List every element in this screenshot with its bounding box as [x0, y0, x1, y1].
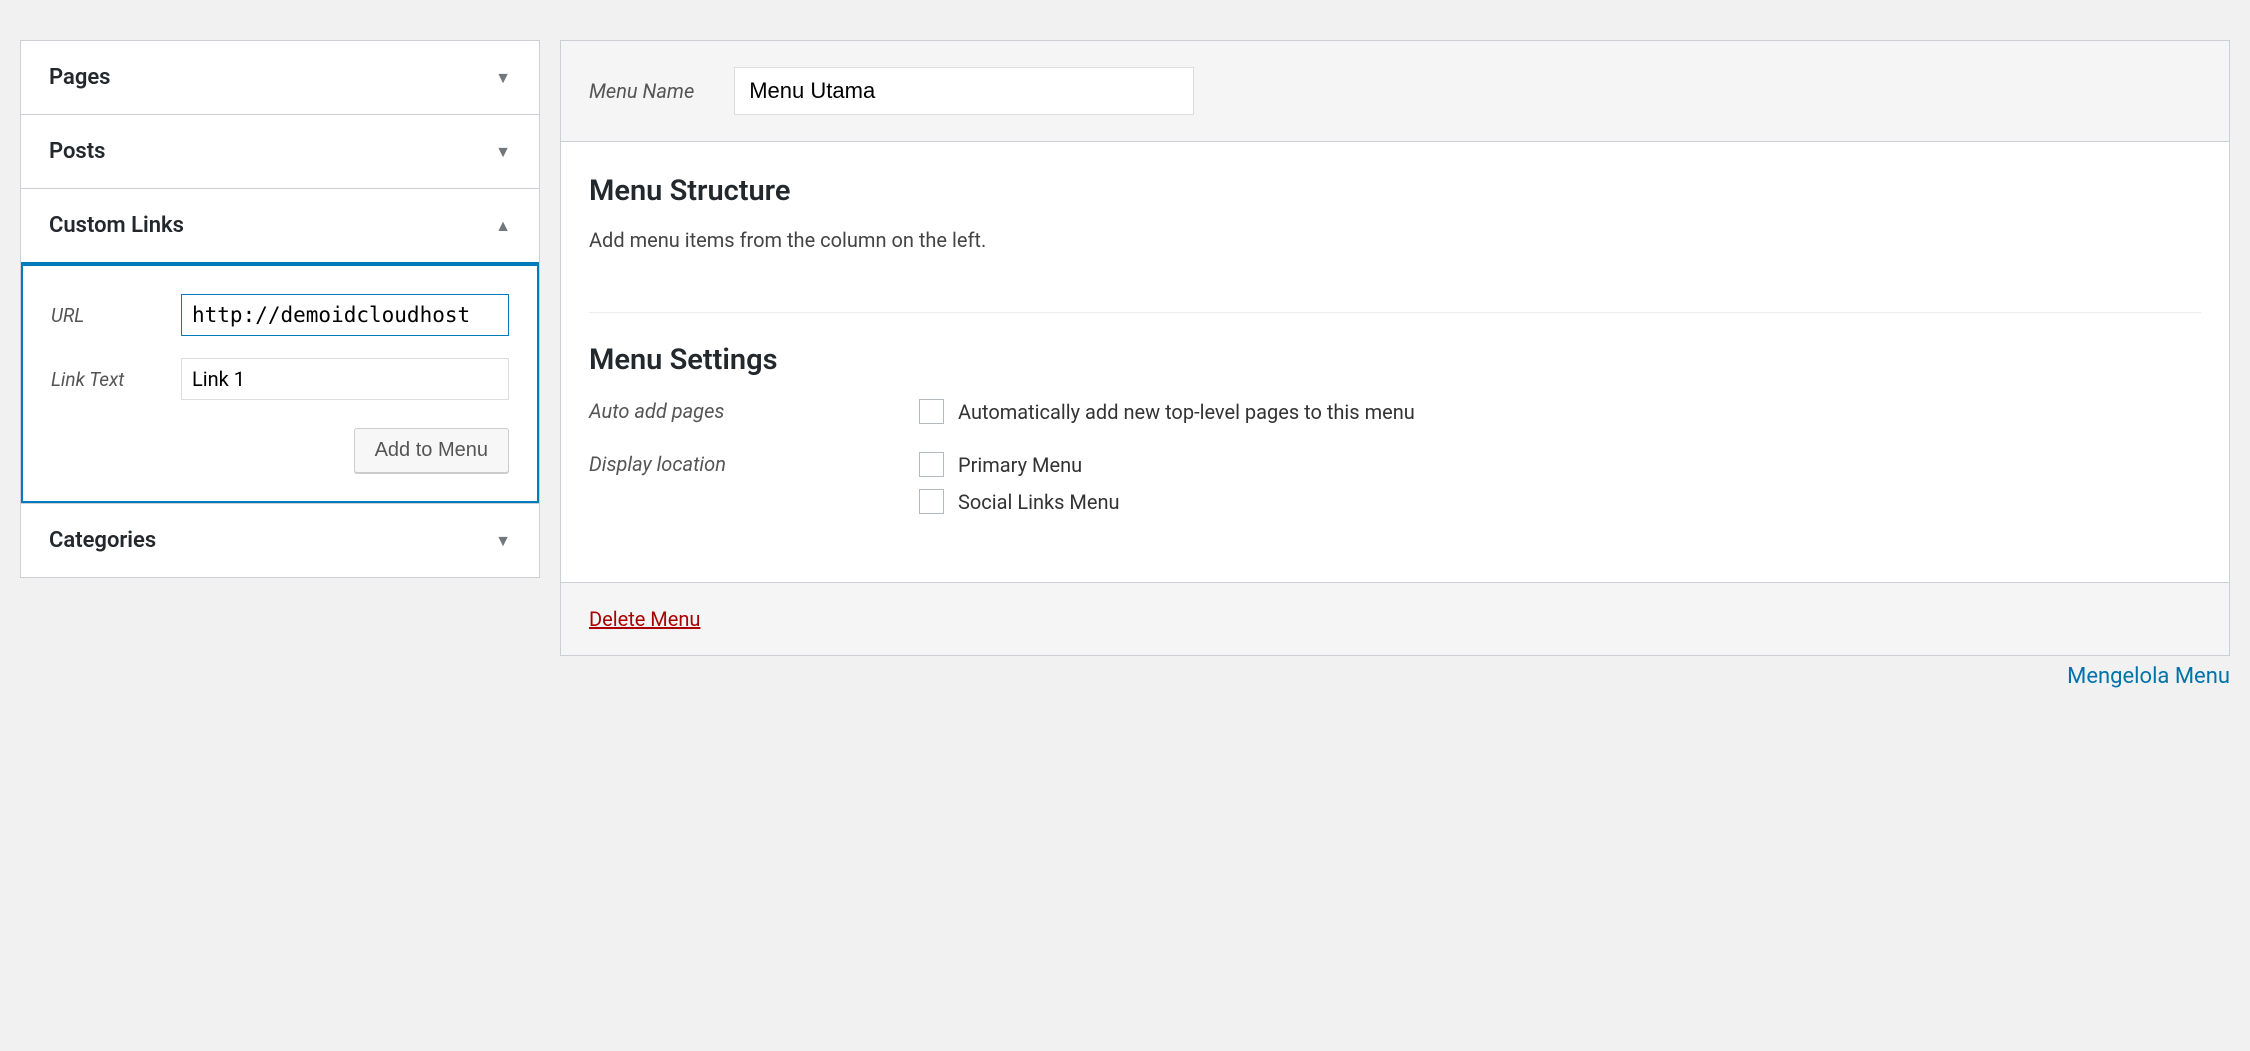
metabox-posts-title: Posts — [49, 139, 105, 164]
metabox-custom-links-title: Custom Links — [49, 213, 184, 238]
caret-down-icon: ▼ — [495, 531, 511, 551]
section-divider — [589, 312, 2201, 313]
caret-down-icon: ▼ — [495, 68, 511, 88]
menu-panel-body: Menu Structure Add menu items from the c… — [561, 142, 2229, 582]
metabox-posts: Posts ▼ — [20, 115, 540, 189]
checkbox-icon[interactable] — [919, 399, 944, 424]
checkbox-icon[interactable] — [919, 489, 944, 514]
metabox-categories: Categories ▼ — [20, 504, 540, 578]
link-text-label: Link Text — [51, 368, 181, 391]
auto-add-pages-option[interactable]: Automatically add new top-level pages to… — [919, 399, 2201, 424]
link-text-input[interactable] — [181, 358, 509, 400]
location-primary-option[interactable]: Primary Menu — [919, 452, 2201, 477]
location-social-text: Social Links Menu — [958, 490, 1120, 514]
metabox-pages-toggle[interactable]: Pages ▼ — [21, 41, 539, 114]
metabox-posts-toggle[interactable]: Posts ▼ — [21, 115, 539, 188]
display-location-label: Display location — [589, 452, 919, 526]
url-input[interactable] — [181, 294, 509, 336]
metabox-custom-links-toggle[interactable]: Custom Links ▲ — [21, 189, 539, 262]
custom-links-panel: URL Link Text Add to Menu — [21, 262, 539, 503]
menu-panel: Menu Name Menu Structure Add menu items … — [560, 40, 2230, 656]
menu-edit-column: Menu Name Menu Structure Add menu items … — [560, 40, 2230, 689]
auto-add-pages-text: Automatically add new top-level pages to… — [958, 400, 1415, 424]
location-primary-text: Primary Menu — [958, 453, 1082, 477]
menu-structure-help: Add menu items from the column on the le… — [589, 228, 2201, 252]
menu-name-label: Menu Name — [589, 79, 694, 103]
caret-up-icon: ▲ — [495, 216, 511, 236]
menu-settings-heading: Menu Settings — [589, 343, 2201, 377]
delete-menu-link[interactable]: Delete Menu — [589, 607, 700, 631]
metabox-categories-title: Categories — [49, 528, 156, 553]
menu-name-row: Menu Name — [561, 41, 2229, 142]
metabox-pages-title: Pages — [49, 65, 110, 90]
manage-menu-link[interactable]: Mengelola Menu — [2067, 664, 2230, 689]
metabox-custom-links: Custom Links ▲ URL Link Text Add to Menu — [20, 189, 540, 504]
location-social-option[interactable]: Social Links Menu — [919, 489, 2201, 514]
url-label: URL — [51, 304, 181, 327]
menu-structure-heading: Menu Structure — [589, 174, 2201, 208]
caret-down-icon: ▼ — [495, 142, 511, 162]
menu-sources-column: Pages ▼ Posts ▼ Custom Links ▲ URL Lin — [20, 40, 540, 578]
checkbox-icon[interactable] — [919, 452, 944, 477]
menu-panel-footer: Delete Menu — [561, 582, 2229, 655]
menu-name-input[interactable] — [734, 67, 1194, 115]
metabox-categories-toggle[interactable]: Categories ▼ — [21, 504, 539, 577]
auto-add-pages-label: Auto add pages — [589, 399, 919, 436]
metabox-pages: Pages ▼ — [20, 40, 540, 115]
add-to-menu-button[interactable]: Add to Menu — [354, 428, 509, 473]
